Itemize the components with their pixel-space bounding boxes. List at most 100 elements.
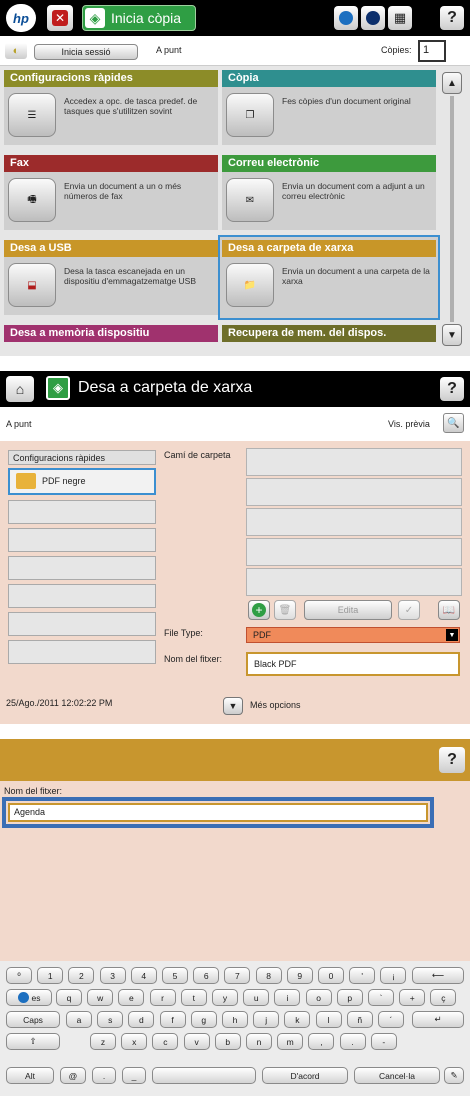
key[interactable]: c — [152, 1033, 179, 1050]
key[interactable]: 7 — [224, 967, 251, 984]
copies-input[interactable]: 1 — [418, 40, 446, 62]
key[interactable]: s — [97, 1011, 124, 1028]
folder-path-row[interactable] — [246, 538, 462, 566]
alt-key[interactable]: Alt — [6, 1067, 54, 1084]
space-key[interactable] — [152, 1067, 256, 1084]
tile-fax[interactable]: Fax 🖷 Envia un document a un o més número… — [4, 155, 218, 230]
refresh-icon[interactable]: ◐ — [5, 43, 27, 59]
key[interactable]: _ — [122, 1067, 146, 1084]
edit-button[interactable]: Edita — [304, 600, 392, 620]
tile-copy[interactable]: Còpia ❐ Fes còpies d'un document original — [222, 70, 436, 145]
key[interactable]: u — [243, 989, 270, 1006]
help-icon[interactable]: ? — [440, 6, 464, 30]
language-key[interactable]: es — [6, 989, 52, 1006]
scroll-track[interactable] — [450, 96, 454, 322]
list-item[interactable] — [8, 556, 156, 580]
key[interactable]: ´ — [378, 1011, 404, 1028]
list-item[interactable] — [8, 528, 156, 552]
tile-quick-sets[interactable]: Configuracions ràpides ☰ Accedex a opc. d… — [4, 70, 218, 145]
tile-save-device-memory[interactable]: Desa a memòria dispositiu — [4, 325, 218, 342]
key[interactable]: d — [128, 1011, 155, 1028]
key[interactable]: z — [90, 1033, 116, 1050]
key[interactable]: t — [180, 989, 207, 1006]
key[interactable]: i — [274, 989, 301, 1006]
address-book-button[interactable]: 📖 — [438, 600, 460, 620]
key[interactable]: a — [66, 1011, 92, 1028]
more-options-label[interactable]: Més opcions — [250, 700, 301, 710]
key[interactable]: y — [212, 989, 238, 1006]
key[interactable]: @ — [60, 1067, 86, 1084]
delete-folder-button[interactable]: 🗑 — [274, 600, 296, 620]
key[interactable]: ` — [368, 989, 394, 1006]
stop-button[interactable]: ✕ — [47, 5, 73, 31]
key[interactable]: m — [277, 1033, 304, 1050]
file-type-select[interactable]: PDF ▼ — [246, 627, 460, 643]
key[interactable]: l — [315, 1011, 342, 1028]
key[interactable]: g — [190, 1011, 217, 1028]
key[interactable]: 2 — [68, 967, 95, 984]
key[interactable]: r — [149, 989, 176, 1006]
key[interactable]: . — [339, 1033, 366, 1050]
start-copy-button[interactable]: ◈ Inicia còpia — [82, 5, 196, 31]
list-item[interactable] — [8, 584, 156, 608]
tile-retrieve-device-memory[interactable]: Recupera de mem. del dispos. — [222, 325, 436, 342]
key[interactable]: - — [370, 1033, 397, 1050]
key[interactable]: q — [56, 989, 82, 1006]
key[interactable]: f — [159, 1011, 186, 1028]
key[interactable]: ñ — [346, 1011, 373, 1028]
key[interactable]: ç — [430, 989, 457, 1006]
sleep-icon[interactable] — [361, 6, 385, 30]
more-options-button[interactable]: ▼ — [223, 697, 243, 715]
key[interactable]: o — [305, 989, 332, 1006]
cancel-button[interactable]: Cancel·la — [354, 1067, 440, 1084]
folder-path-row[interactable] — [246, 478, 462, 506]
shift-icon[interactable]: ⇧ — [6, 1033, 60, 1050]
key[interactable]: . — [92, 1067, 116, 1084]
key[interactable]: n — [246, 1033, 272, 1050]
folder-path-row[interactable] — [246, 568, 462, 596]
enter-icon[interactable]: ↵ — [412, 1011, 464, 1028]
network-icon[interactable] — [334, 6, 358, 30]
key[interactable]: 8 — [255, 967, 282, 984]
add-folder-button[interactable]: + — [248, 600, 270, 620]
home-button[interactable]: ⌂ — [6, 376, 34, 402]
help-icon[interactable]: ? — [439, 747, 465, 773]
list-item[interactable] — [8, 500, 156, 524]
start-icon[interactable]: ◈ — [46, 376, 70, 400]
backspace-icon[interactable]: ⟵ — [412, 967, 464, 984]
tile-save-usb[interactable]: Desa a USB ⬓ Desa la tasca escanejada en … — [4, 240, 218, 315]
key[interactable]: , — [308, 1033, 335, 1050]
help-icon[interactable]: ? — [440, 377, 464, 401]
key[interactable]: k — [284, 1011, 311, 1028]
key[interactable]: x — [121, 1033, 148, 1050]
key[interactable]: ' — [349, 967, 376, 984]
verify-button[interactable]: ✓ — [398, 600, 420, 620]
sign-in-button[interactable]: Inicia sessió — [34, 44, 138, 60]
folder-path-row[interactable] — [246, 448, 462, 476]
key[interactable]: j — [253, 1011, 280, 1028]
quick-set-item[interactable]: PDF negre — [8, 468, 156, 495]
key[interactable]: º — [6, 967, 32, 984]
list-item[interactable] — [8, 640, 156, 664]
key[interactable]: p — [336, 989, 363, 1006]
preview-button[interactable]: 🔍 — [443, 413, 464, 433]
key[interactable]: e — [118, 989, 145, 1006]
settings-icon[interactable]: ▦ — [388, 6, 412, 30]
tile-email[interactable]: Correu electrònic ✉ Envia un document com… — [222, 155, 436, 230]
folder-path-row[interactable] — [246, 508, 462, 536]
key[interactable]: b — [214, 1033, 241, 1050]
key[interactable]: w — [87, 989, 114, 1006]
key[interactable]: v — [183, 1033, 210, 1050]
eraser-icon[interactable]: ✎ — [444, 1067, 464, 1084]
key[interactable]: + — [399, 989, 426, 1006]
key[interactable]: 0 — [318, 967, 344, 984]
key[interactable]: 1 — [37, 967, 64, 984]
key[interactable]: 3 — [99, 967, 126, 984]
caps-lock-key[interactable]: Caps — [6, 1011, 60, 1028]
key[interactable]: ¡ — [380, 967, 407, 984]
key[interactable]: 9 — [286, 967, 313, 984]
file-name-text-field[interactable]: Agenda — [2, 797, 434, 828]
key[interactable]: h — [222, 1011, 248, 1028]
file-name-input[interactable]: Black PDF — [246, 652, 460, 676]
ok-button[interactable]: D'acord — [262, 1067, 348, 1084]
